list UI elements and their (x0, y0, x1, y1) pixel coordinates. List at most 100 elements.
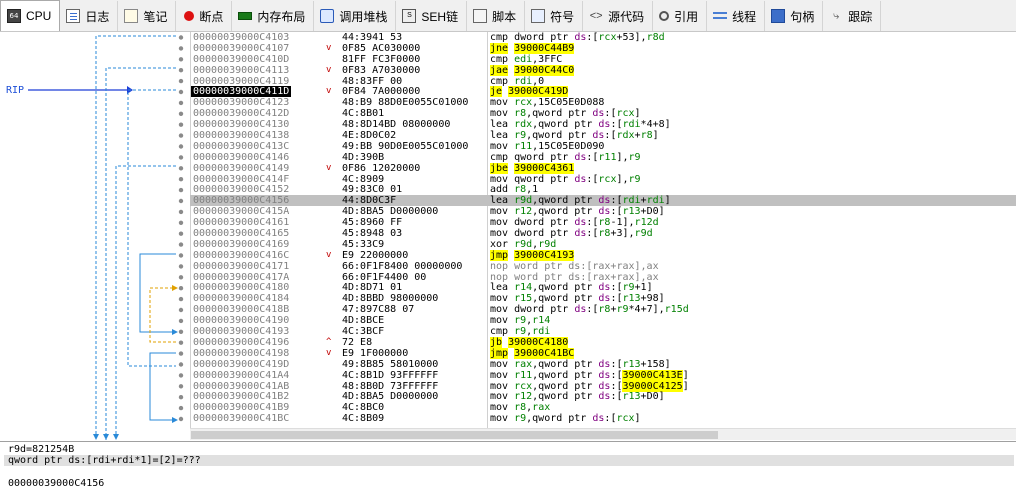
breakpoint-slot-icon[interactable] (178, 177, 184, 182)
disasm-row[interactable]: 00000039000C4198 v E9 1F000000 jmp 39000C41… (190, 347, 1016, 359)
scrollbar-thumb[interactable] (191, 431, 718, 439)
breakpoint-slot-icon[interactable] (178, 111, 184, 117)
disasm-row[interactable]: 00000039000C418B 47:897C88 07 mov dword pt… (190, 304, 1016, 315)
disasm-row[interactable]: 00000039000C417A 66:0F1F4400 00 nop word p… (190, 272, 1016, 283)
disasm-row[interactable]: 00000039000C4180 4D:8D71 01 lea r14,qword … (190, 282, 1016, 293)
tab-source[interactable]: <> 源代码 (583, 1, 654, 31)
breakpoint-slot-icon[interactable] (178, 68, 184, 73)
disasm-row[interactable]: 00000039000C4196 ^ 72 E8 jb 39000C4180 (190, 336, 1016, 348)
breakpoint-slot-icon[interactable] (178, 384, 184, 389)
operand-part: ] (634, 413, 641, 425)
breakpoint-slot-icon[interactable] (178, 253, 184, 258)
disasm-row[interactable]: 00000039000C41AB 48:8B0D 73FFFFFF mov rcx,… (190, 380, 1016, 392)
breakpoint-slot-icon[interactable] (178, 242, 184, 247)
disasm-row[interactable]: 00000039000C4156 44:8D0C3F lea r9d,qword p… (190, 195, 1016, 206)
disasm-row[interactable]: 00000039000C4193 4C:3BCF cmp r9,rdi (190, 326, 1016, 337)
disasm-row[interactable]: 00000039000C41B2 4D:8BA5 D0000000 mov r12,… (190, 391, 1016, 402)
breakpoint-slot-icon[interactable] (178, 395, 184, 400)
disasm-row[interactable]: 00000039000C4103 44:3941 53 cmp dword ptr … (190, 32, 1016, 43)
breakpoint-slot-icon[interactable] (178, 416, 184, 422)
tab-memory-map[interactable]: 内存布局 (232, 1, 315, 31)
breakpoint-slot-icon[interactable] (178, 166, 184, 171)
disasm-row[interactable]: 00000039000C41BC 4C:8B09 mov r9,qword ptr … (190, 413, 1016, 424)
disassembly-view[interactable]: RIP 00000039000C4103 44:3941 53 cmp dword … (0, 32, 1016, 440)
disasm-row[interactable]: 00000039000C410D 81FF FC3F0000 cmp edi,3FF… (190, 54, 1016, 65)
tab-call-stack[interactable]: 调用堆栈 (314, 1, 397, 31)
horizontal-scrollbar[interactable] (190, 428, 1016, 440)
tab-threads[interactable]: 线程 (707, 1, 766, 31)
breakpoint-slot-icon[interactable] (178, 362, 184, 367)
tab-log[interactable]: 日志 (60, 1, 119, 31)
jump-target[interactable]: 39000C419D (508, 86, 569, 98)
breakpoint-slot-icon[interactable] (178, 144, 184, 149)
row-instruction: cmp edi,3FFC (490, 54, 562, 65)
breakpoint-slot-icon[interactable] (178, 57, 184, 62)
disasm-row[interactable]: 00000039000C419D 49:8B85 58010000 mov rax,… (190, 359, 1016, 370)
tab-references[interactable]: 引用 (653, 1, 708, 31)
disasm-row[interactable]: 00000039000C41B9 4C:8BC0 mov r8,rax (190, 402, 1016, 413)
breakpoint-slot-icon[interactable] (178, 35, 184, 40)
breakpoint-slot-icon[interactable] (178, 318, 184, 324)
tab-symbols[interactable]: 符号 (525, 1, 584, 31)
disasm-row[interactable]: 00000039000C412D 4C:8B01 mov r8,qword ptr … (190, 108, 1016, 119)
breakpoint-slot-icon[interactable] (178, 231, 184, 236)
disasm-row[interactable]: 00000039000C4138 4E:8D0C02 lea r9,qword pt… (190, 130, 1016, 141)
disasm-row[interactable]: 00000039000C4165 45:8948 03 mov dword ptr … (190, 228, 1016, 239)
breakpoint-slot-icon[interactable] (178, 296, 184, 302)
breakpoint-slot-icon[interactable] (178, 78, 184, 84)
jump-target[interactable]: 39000C44B9 (514, 42, 575, 54)
tab-notes[interactable]: 笔记 (118, 1, 177, 31)
tab-cpu[interactable]: 64 CPU (0, 0, 61, 31)
breakpoint-slot-icon[interactable] (178, 100, 184, 106)
disasm-row[interactable]: 00000039000C4152 49:83C0 01 add r8,1 (190, 184, 1016, 195)
breakpoint-slot-icon[interactable] (178, 275, 184, 280)
disasm-row[interactable]: 00000039000C4107 v 0F85 AC030000 jne 39000C… (190, 42, 1016, 54)
breakpoint-slot-icon[interactable] (178, 122, 184, 127)
disasm-row[interactable]: 00000039000C4123 48:B9 88D0E0055C01000 mov… (190, 97, 1016, 108)
breakpoint-slot-icon[interactable] (178, 373, 184, 378)
breakpoint-slot-icon[interactable] (178, 133, 184, 138)
breakpoint-slot-icon[interactable] (178, 209, 184, 215)
jump-target[interactable]: 39000C4193 (514, 249, 575, 261)
breakpoint-slot-icon[interactable] (178, 307, 184, 313)
breakpoint-slot-icon[interactable] (178, 220, 184, 225)
disasm-row[interactable]: 00000039000C4149 v 0F86 12020000 jbe 39000C… (190, 162, 1016, 174)
disasm-row[interactable]: 00000039000C4119 48:83FF 00 cmp rdi,0 (190, 76, 1016, 87)
breakpoint-slot-icon[interactable] (178, 198, 184, 204)
breakpoint-slot-icon[interactable] (178, 340, 184, 345)
breakpoint-slot-icon[interactable] (178, 264, 184, 269)
breakpoint-slot-icon[interactable] (178, 405, 184, 411)
row-address: 00000039000C419D (193, 358, 290, 370)
tab-breakpoints[interactable]: 断点 (176, 1, 233, 31)
jump-target[interactable]: 39000C4361 (514, 162, 575, 174)
disasm-row[interactable]: 00000039000C415A 4D:8BA5 D0000000 mov r12,… (190, 206, 1016, 217)
disasm-row[interactable]: 00000039000C4184 4D:8BBD 98000000 mov r15,… (190, 293, 1016, 304)
disasm-row[interactable]: 00000039000C411D v 0F84 7A000000 je 39000C4… (190, 86, 1016, 98)
disasm-row[interactable]: 00000039000C4161 45:8960 FF mov dword ptr … (190, 217, 1016, 228)
disasm-row[interactable]: 00000039000C4171 66:0F1F8400 00000000 nop … (190, 261, 1016, 272)
disasm-row[interactable]: 00000039000C4130 48:8D14BD 08000000 lea rd… (190, 119, 1016, 130)
breakpoint-slot-icon[interactable] (178, 286, 184, 291)
breakpoint-slot-icon[interactable] (178, 351, 184, 356)
tab-seh[interactable]: S SEH链 (396, 1, 468, 31)
disasm-row[interactable]: 00000039000C4146 4D:390B cmp qword ptr ds:… (190, 152, 1016, 163)
jump-target[interactable]: 39000C44C0 (514, 64, 575, 76)
breakpoint-slot-icon[interactable] (178, 187, 184, 193)
tab-script[interactable]: 脚本 (467, 1, 526, 31)
disassembly-rows[interactable]: 00000039000C4103 44:3941 53 cmp dword ptr … (190, 32, 1016, 440)
disasm-row[interactable]: 00000039000C4113 v 0F83 A7030000 jae 39000C… (190, 64, 1016, 76)
jump-target[interactable]: 39000C41BC (514, 347, 575, 359)
jump-target[interactable]: 39000C4180 (508, 336, 569, 348)
tab-handles[interactable]: 句柄 (765, 1, 824, 31)
breakpoint-slot-icon[interactable] (178, 89, 184, 95)
breakpoint-slot-icon[interactable] (178, 155, 184, 160)
disasm-row[interactable]: 00000039000C41A4 4C:8B1D 93FFFFFF mov r11,… (190, 369, 1016, 381)
disasm-row[interactable]: 00000039000C4169 45:33C9 xor r9d,r9d (190, 239, 1016, 250)
tab-trace[interactable]: ⤷ 跟踪 (823, 1, 882, 31)
disasm-row[interactable]: 00000039000C4190 4D:8BCE mov r9,r14 (190, 315, 1016, 326)
disasm-row[interactable]: 00000039000C416C v E9 22000000 jmp 39000C41… (190, 249, 1016, 261)
disasm-row[interactable]: 00000039000C414F 4C:8909 mov qword ptr ds:… (190, 174, 1016, 185)
breakpoint-slot-icon[interactable] (178, 329, 184, 334)
breakpoint-slot-icon[interactable] (178, 46, 184, 51)
disasm-row[interactable]: 00000039000C413C 49:BB 90D0E0055C01000 mov… (190, 141, 1016, 152)
